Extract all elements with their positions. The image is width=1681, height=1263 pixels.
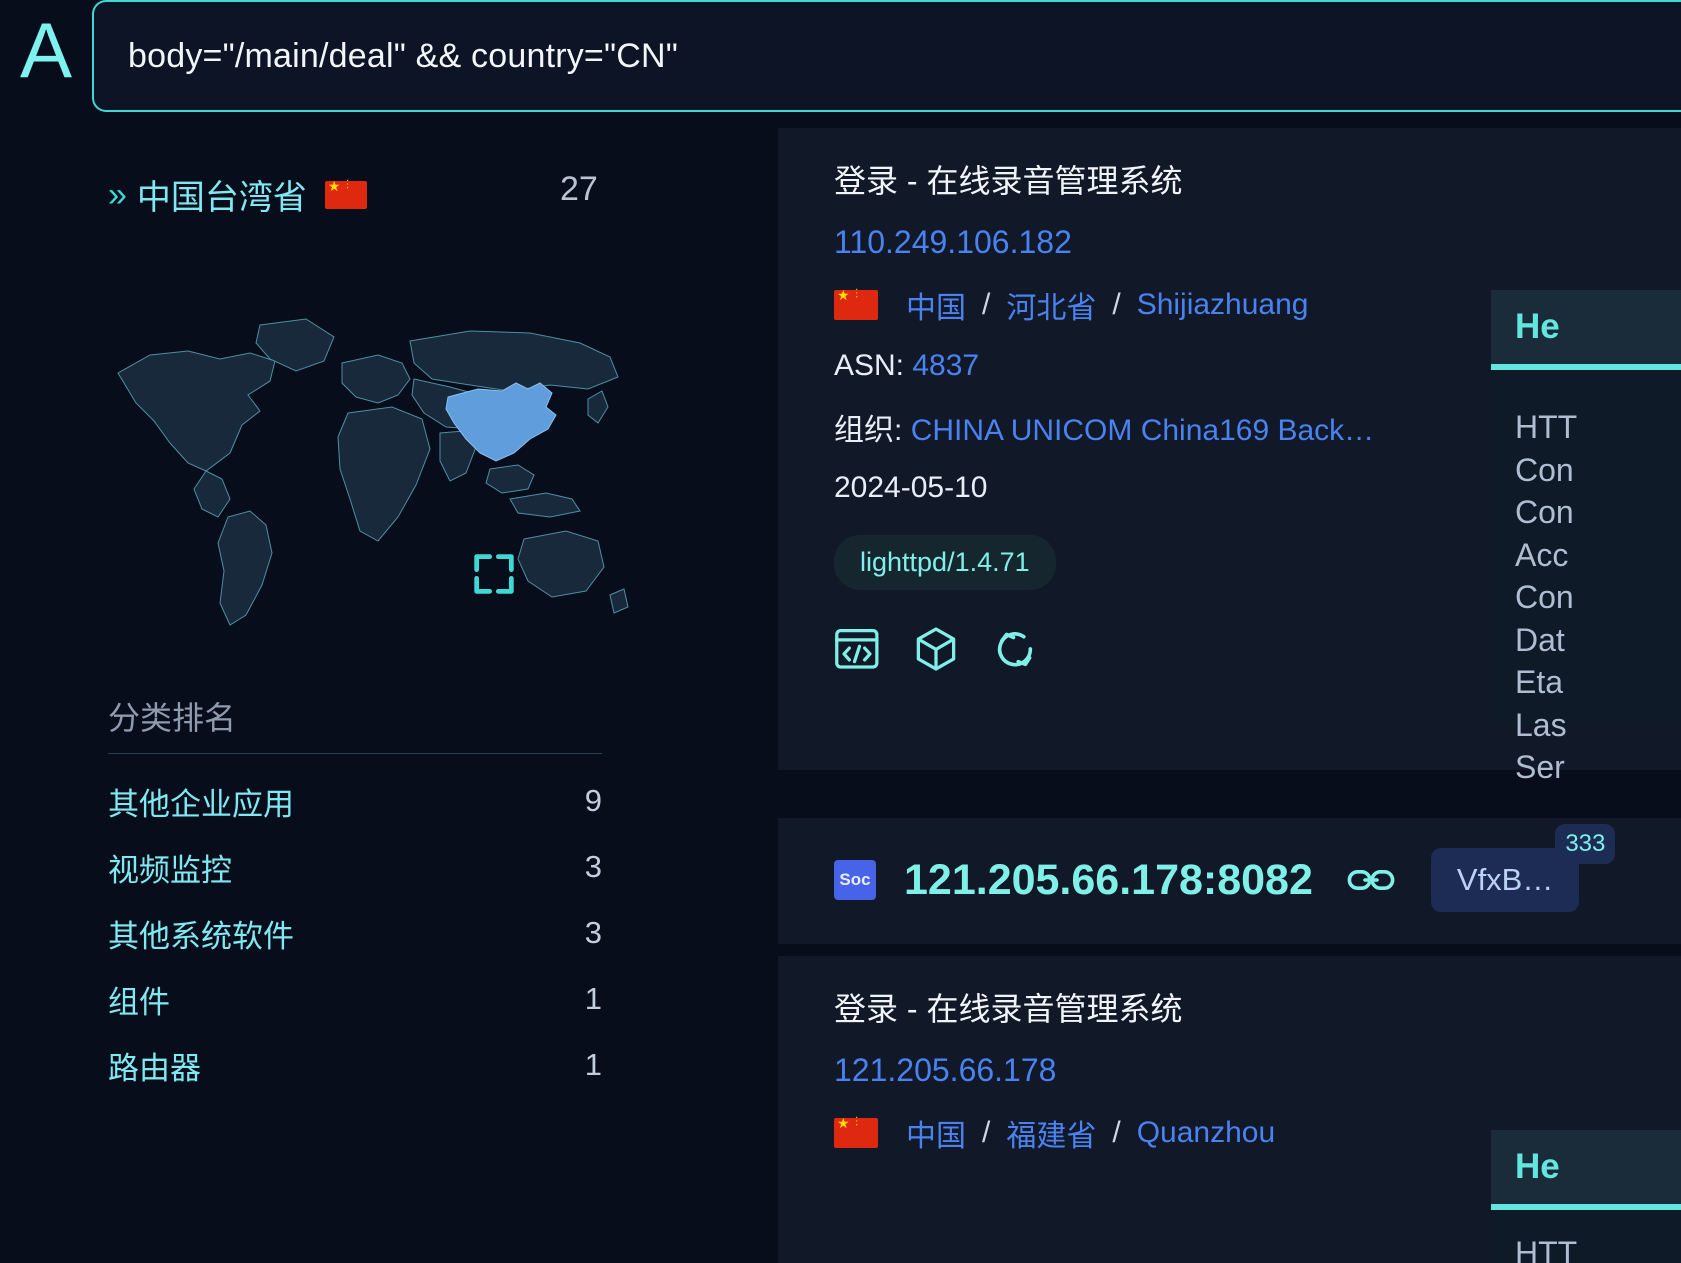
category-row[interactable]: 其他系统软件 3 bbox=[108, 900, 602, 966]
cert-count-badge: 333 bbox=[1555, 824, 1616, 864]
tab-headers[interactable]: He bbox=[1515, 1147, 1560, 1187]
category-label[interactable]: 组件 bbox=[108, 977, 170, 1022]
location-city[interactable]: Quanzhou bbox=[1137, 1116, 1275, 1150]
http-header-panel: He HTT Con Con Acc Con Dat Eta Las Ser bbox=[1491, 290, 1681, 785]
category-label[interactable]: 路由器 bbox=[108, 1043, 201, 1088]
tag-server[interactable]: lighttpd/1.4.71 bbox=[834, 535, 1056, 590]
cn-flag-icon bbox=[834, 288, 878, 320]
result-title[interactable]: 登录 - 在线录音管理系统 bbox=[834, 156, 1625, 202]
org-label: 组织: bbox=[834, 414, 903, 447]
location-province[interactable]: 河北省 bbox=[1006, 283, 1096, 327]
result-card-body: 登录 - 在线录音管理系统 121.205.66.178 中国 / 福建省 / … bbox=[778, 956, 1681, 1155]
region-count: 27 bbox=[560, 170, 598, 208]
asn-label: ASN: bbox=[834, 349, 905, 382]
location-province[interactable]: 福建省 bbox=[1006, 1111, 1096, 1155]
location-country[interactable]: 中国 bbox=[906, 1111, 966, 1155]
region-name[interactable]: 中国台湾省 bbox=[137, 170, 307, 219]
world-map[interactable] bbox=[110, 303, 630, 643]
location-country[interactable]: 中国 bbox=[906, 283, 966, 327]
chevron-right-double-icon[interactable]: » bbox=[108, 178, 127, 212]
header-line: Ser bbox=[1515, 749, 1565, 786]
category-count: 1 bbox=[584, 1047, 602, 1082]
category-label[interactable]: 视频监控 bbox=[108, 845, 232, 890]
search-query-text[interactable]: body="/main/deal" && country="CN" bbox=[128, 37, 678, 76]
result-ip[interactable]: 121.205.66.178 bbox=[834, 1052, 1625, 1089]
category-row[interactable]: 组件 1 bbox=[108, 966, 602, 1032]
category-count: 3 bbox=[584, 915, 602, 950]
category-label[interactable]: 其他系统软件 bbox=[108, 911, 294, 956]
code-preview-icon[interactable] bbox=[834, 628, 880, 670]
result-ip[interactable]: 110.249.106.182 bbox=[834, 224, 1625, 261]
link-icon[interactable] bbox=[1347, 865, 1395, 895]
header-panel-tabbar: He bbox=[1491, 290, 1681, 364]
app-logo[interactable]: A bbox=[0, 0, 92, 118]
header-panel-tabbar: He bbox=[1491, 1130, 1681, 1204]
cn-flag-icon bbox=[834, 1116, 878, 1148]
location-separator: / bbox=[1112, 1116, 1121, 1149]
search-input-wrapper[interactable]: body="/main/deal" && country="CN" bbox=[92, 0, 1681, 112]
header-line: Acc bbox=[1515, 536, 1569, 573]
asn-value[interactable]: 4837 bbox=[912, 349, 979, 382]
org-value[interactable]: CHINA UNICOM China169 Back… bbox=[911, 414, 1374, 447]
category-count: 9 bbox=[584, 783, 602, 818]
refresh-icon[interactable] bbox=[992, 626, 1038, 672]
category-row[interactable]: 其他企业应用 9 bbox=[108, 768, 602, 834]
cube-icon[interactable] bbox=[914, 626, 958, 672]
category-label[interactable]: 其他企业应用 bbox=[108, 779, 294, 824]
header-line: Las bbox=[1515, 706, 1567, 743]
category-count: 1 bbox=[584, 981, 602, 1016]
tab-headers[interactable]: He bbox=[1515, 307, 1560, 347]
expand-icon[interactable] bbox=[468, 548, 520, 600]
header-line: Con bbox=[1515, 494, 1574, 531]
header-line: HTT bbox=[1515, 1235, 1578, 1263]
location-separator: / bbox=[982, 1116, 991, 1149]
header-lines: HTT Con Con Acc Con Dat Eta Las Ser bbox=[1491, 370, 1681, 809]
category-rank-title: 分类排名 bbox=[108, 700, 237, 736]
header-line: Con bbox=[1515, 579, 1574, 616]
result-title[interactable]: 登录 - 在线录音管理系统 bbox=[834, 984, 1625, 1030]
location-city[interactable]: Shijiazhuang bbox=[1137, 288, 1309, 322]
cn-flag-icon bbox=[324, 179, 367, 209]
category-count: 3 bbox=[584, 849, 602, 884]
location-separator: / bbox=[1112, 288, 1121, 321]
cert-tag[interactable]: VfxB… 333 bbox=[1430, 824, 1616, 912]
header-line: Eta bbox=[1515, 664, 1564, 701]
http-header-panel: He HTT bbox=[1491, 1130, 1681, 1263]
protocol-badge: Soc bbox=[834, 860, 876, 900]
region-header[interactable]: » 中国台湾省 bbox=[108, 170, 628, 219]
cert-tag-label: VfxB… bbox=[1456, 862, 1554, 897]
result-ip-port[interactable]: 121.205.66.178:8082 bbox=[904, 856, 1313, 905]
category-row[interactable]: 路由器 1 bbox=[108, 1032, 602, 1098]
top-search-bar: A body="/main/deal" && country="CN" bbox=[0, 0, 1681, 128]
header-line: Con bbox=[1515, 451, 1574, 488]
divider bbox=[108, 753, 602, 754]
result-card-header: Soc 121.205.66.178:8082 VfxB… 333 bbox=[778, 818, 1681, 944]
sidebar: » 中国台湾省 27 bbox=[0, 128, 778, 1263]
header-lines: HTT bbox=[1491, 1210, 1681, 1263]
result-header-row: Soc 121.205.66.178:8082 VfxB… 333 bbox=[778, 818, 1681, 938]
header-line: HTT bbox=[1515, 409, 1578, 445]
location-separator: / bbox=[982, 288, 991, 321]
category-row[interactable]: 视频监控 3 bbox=[108, 834, 602, 900]
header-line: Dat bbox=[1515, 621, 1565, 658]
